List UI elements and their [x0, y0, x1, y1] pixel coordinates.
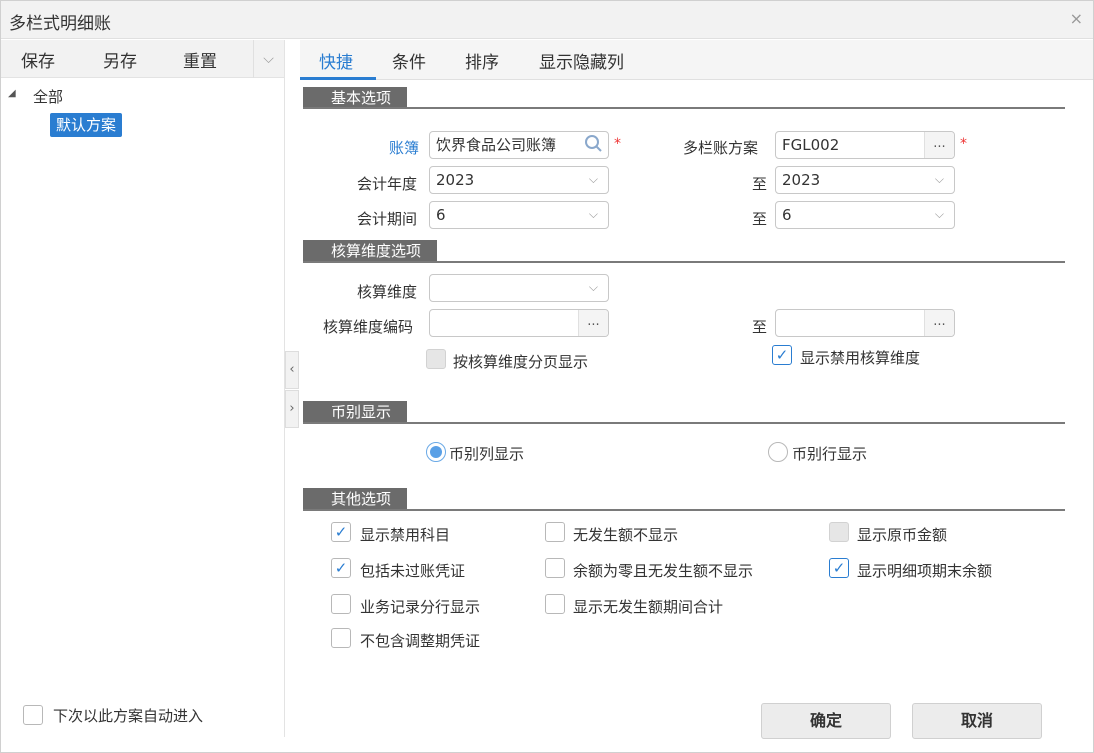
tree-expand-icon[interactable]: ◢	[8, 88, 16, 99]
active-tab-indicator	[300, 77, 376, 80]
include-unposted-checkbox[interactable]: ✓	[331, 558, 351, 578]
year-from-select[interactable]: 2023 ⌵	[429, 166, 609, 194]
exclude-adjustment-label: 不包含调整期凭证	[360, 632, 481, 650]
paginate-by-dimension-label: 按核算维度分页显示	[453, 353, 589, 371]
close-icon[interactable]: ×	[1070, 9, 1083, 28]
show-disabled-accounts-label: 显示禁用科目	[360, 526, 451, 544]
search-icon[interactable]	[584, 134, 602, 160]
split-business-records-checkbox[interactable]	[331, 594, 351, 614]
dimension-label: 核算维度	[357, 283, 418, 301]
cancel-button[interactable]: 取消	[912, 703, 1042, 739]
scheme-toolbar: 保存 另存 重置 ⌵	[1, 40, 284, 78]
section-currency-header: 币别显示	[303, 401, 408, 423]
section-divider	[303, 107, 1065, 109]
tab-conditions[interactable]: 条件	[392, 48, 426, 73]
hide-zero-balance-checkbox[interactable]	[545, 558, 565, 578]
currency-row-label: 币别行显示	[792, 445, 868, 463]
show-disabled-accounts-checkbox[interactable]: ✓	[331, 522, 351, 542]
hide-no-amount-label: 无发生额不显示	[573, 526, 679, 544]
split-business-records-label: 业务记录分行显示	[360, 598, 481, 616]
show-empty-period-total-checkbox[interactable]	[545, 594, 565, 614]
tree-root-all[interactable]: 全部	[33, 86, 63, 107]
show-original-currency-label: 显示原币金额	[857, 526, 948, 544]
hide-zero-balance-label: 余额为零且无发生额不显示	[573, 562, 754, 580]
period-from-select[interactable]: 6 ⌵	[429, 201, 609, 229]
book-label[interactable]: 账簿	[389, 137, 419, 158]
to-label: 至	[752, 210, 768, 228]
window-title: 多栏式明细账	[9, 14, 111, 34]
section-divider	[303, 422, 1065, 424]
hide-no-amount-checkbox[interactable]	[545, 522, 565, 542]
expand-right-button[interactable]: ›	[285, 390, 299, 428]
period-to-value: 6	[782, 206, 792, 224]
save-button[interactable]: 保存	[21, 47, 55, 72]
dimension-select[interactable]: ⌵	[429, 274, 609, 302]
window-frame	[0, 0, 1094, 753]
scheme-label: 多栏账方案	[683, 139, 759, 157]
year-label: 会计年度	[357, 175, 418, 193]
tab-quick[interactable]: 快捷	[319, 48, 353, 73]
tab-bar: 快捷 条件 排序 显示隐藏列	[300, 40, 1093, 80]
chevron-down-icon: ⌵	[588, 172, 598, 186]
show-detail-end-balance-checkbox[interactable]: ✓	[829, 558, 849, 578]
dimension-code-from-field[interactable]: ...	[429, 309, 609, 337]
scheme-field[interactable]: FGL002 ...	[775, 131, 955, 159]
include-unposted-label: 包括未过账凭证	[360, 562, 466, 580]
year-to-value: 2023	[782, 171, 821, 189]
scheme-value: FGL002	[782, 136, 840, 154]
required-mark: *	[614, 136, 621, 152]
to-label: 至	[752, 175, 768, 193]
year-to-select[interactable]: 2023 ⌵	[775, 166, 955, 194]
show-disabled-dimension-label: 显示禁用核算维度	[800, 349, 921, 367]
show-empty-period-total-label: 显示无发生额期间合计	[573, 598, 724, 616]
dimension-code-to-field[interactable]: ...	[775, 309, 955, 337]
exclude-adjustment-checkbox[interactable]	[331, 628, 351, 648]
ellipsis-button[interactable]: ...	[578, 310, 608, 336]
ellipsis-button[interactable]: ...	[924, 132, 954, 158]
dimension-code-label: 核算维度编码	[323, 318, 414, 336]
period-to-select[interactable]: 6 ⌵	[775, 201, 955, 229]
year-from-value: 2023	[436, 171, 475, 189]
ok-button[interactable]: 确定	[761, 703, 891, 739]
auto-enter-option: 下次以此方案自动进入	[1, 697, 284, 737]
section-divider	[303, 261, 1065, 263]
chevron-down-icon: ⌵	[588, 280, 598, 294]
show-original-currency-checkbox[interactable]	[829, 522, 849, 542]
to-label: 至	[752, 318, 768, 336]
section-other-header: 其他选项	[303, 488, 408, 510]
auto-enter-label: 下次以此方案自动进入	[53, 707, 204, 725]
show-detail-end-balance-label: 显示明细项期末余额	[857, 562, 993, 580]
book-value: 饮界食品公司账簿	[436, 136, 557, 154]
tab-show-hidden-columns[interactable]: 显示隐藏列	[539, 48, 624, 73]
currency-column-label: 币别列显示	[449, 445, 525, 463]
book-field[interactable]: 饮界食品公司账簿	[429, 131, 609, 159]
tree-item-default-scheme[interactable]: 默认方案	[50, 113, 123, 137]
show-disabled-dimension-checkbox[interactable]: ✓	[772, 345, 792, 365]
currency-column-radio[interactable]	[426, 442, 446, 462]
period-from-value: 6	[436, 206, 446, 224]
section-divider	[303, 509, 1065, 511]
chevron-down-icon: ⌵	[588, 207, 598, 221]
chevron-down-icon: ⌵	[934, 172, 944, 186]
title-bar: 多栏式明细账 ×	[1, 1, 1093, 39]
currency-row-radio[interactable]	[768, 442, 788, 462]
paginate-by-dimension-checkbox[interactable]	[426, 349, 446, 369]
tab-sort[interactable]: 排序	[465, 48, 499, 73]
required-mark: *	[960, 136, 967, 152]
section-dimension-header: 核算维度选项	[303, 240, 438, 262]
collapse-left-button[interactable]: ‹	[285, 351, 299, 389]
save-as-button[interactable]: 另存	[103, 47, 137, 72]
section-basic-header: 基本选项	[303, 87, 408, 109]
reset-button[interactable]: 重置	[183, 47, 217, 72]
chevron-down-icon[interactable]: ⌵	[253, 40, 283, 78]
chevron-down-icon: ⌵	[934, 207, 944, 221]
ellipsis-button[interactable]: ...	[924, 310, 954, 336]
period-label: 会计期间	[357, 210, 418, 228]
auto-enter-checkbox[interactable]	[23, 705, 43, 725]
